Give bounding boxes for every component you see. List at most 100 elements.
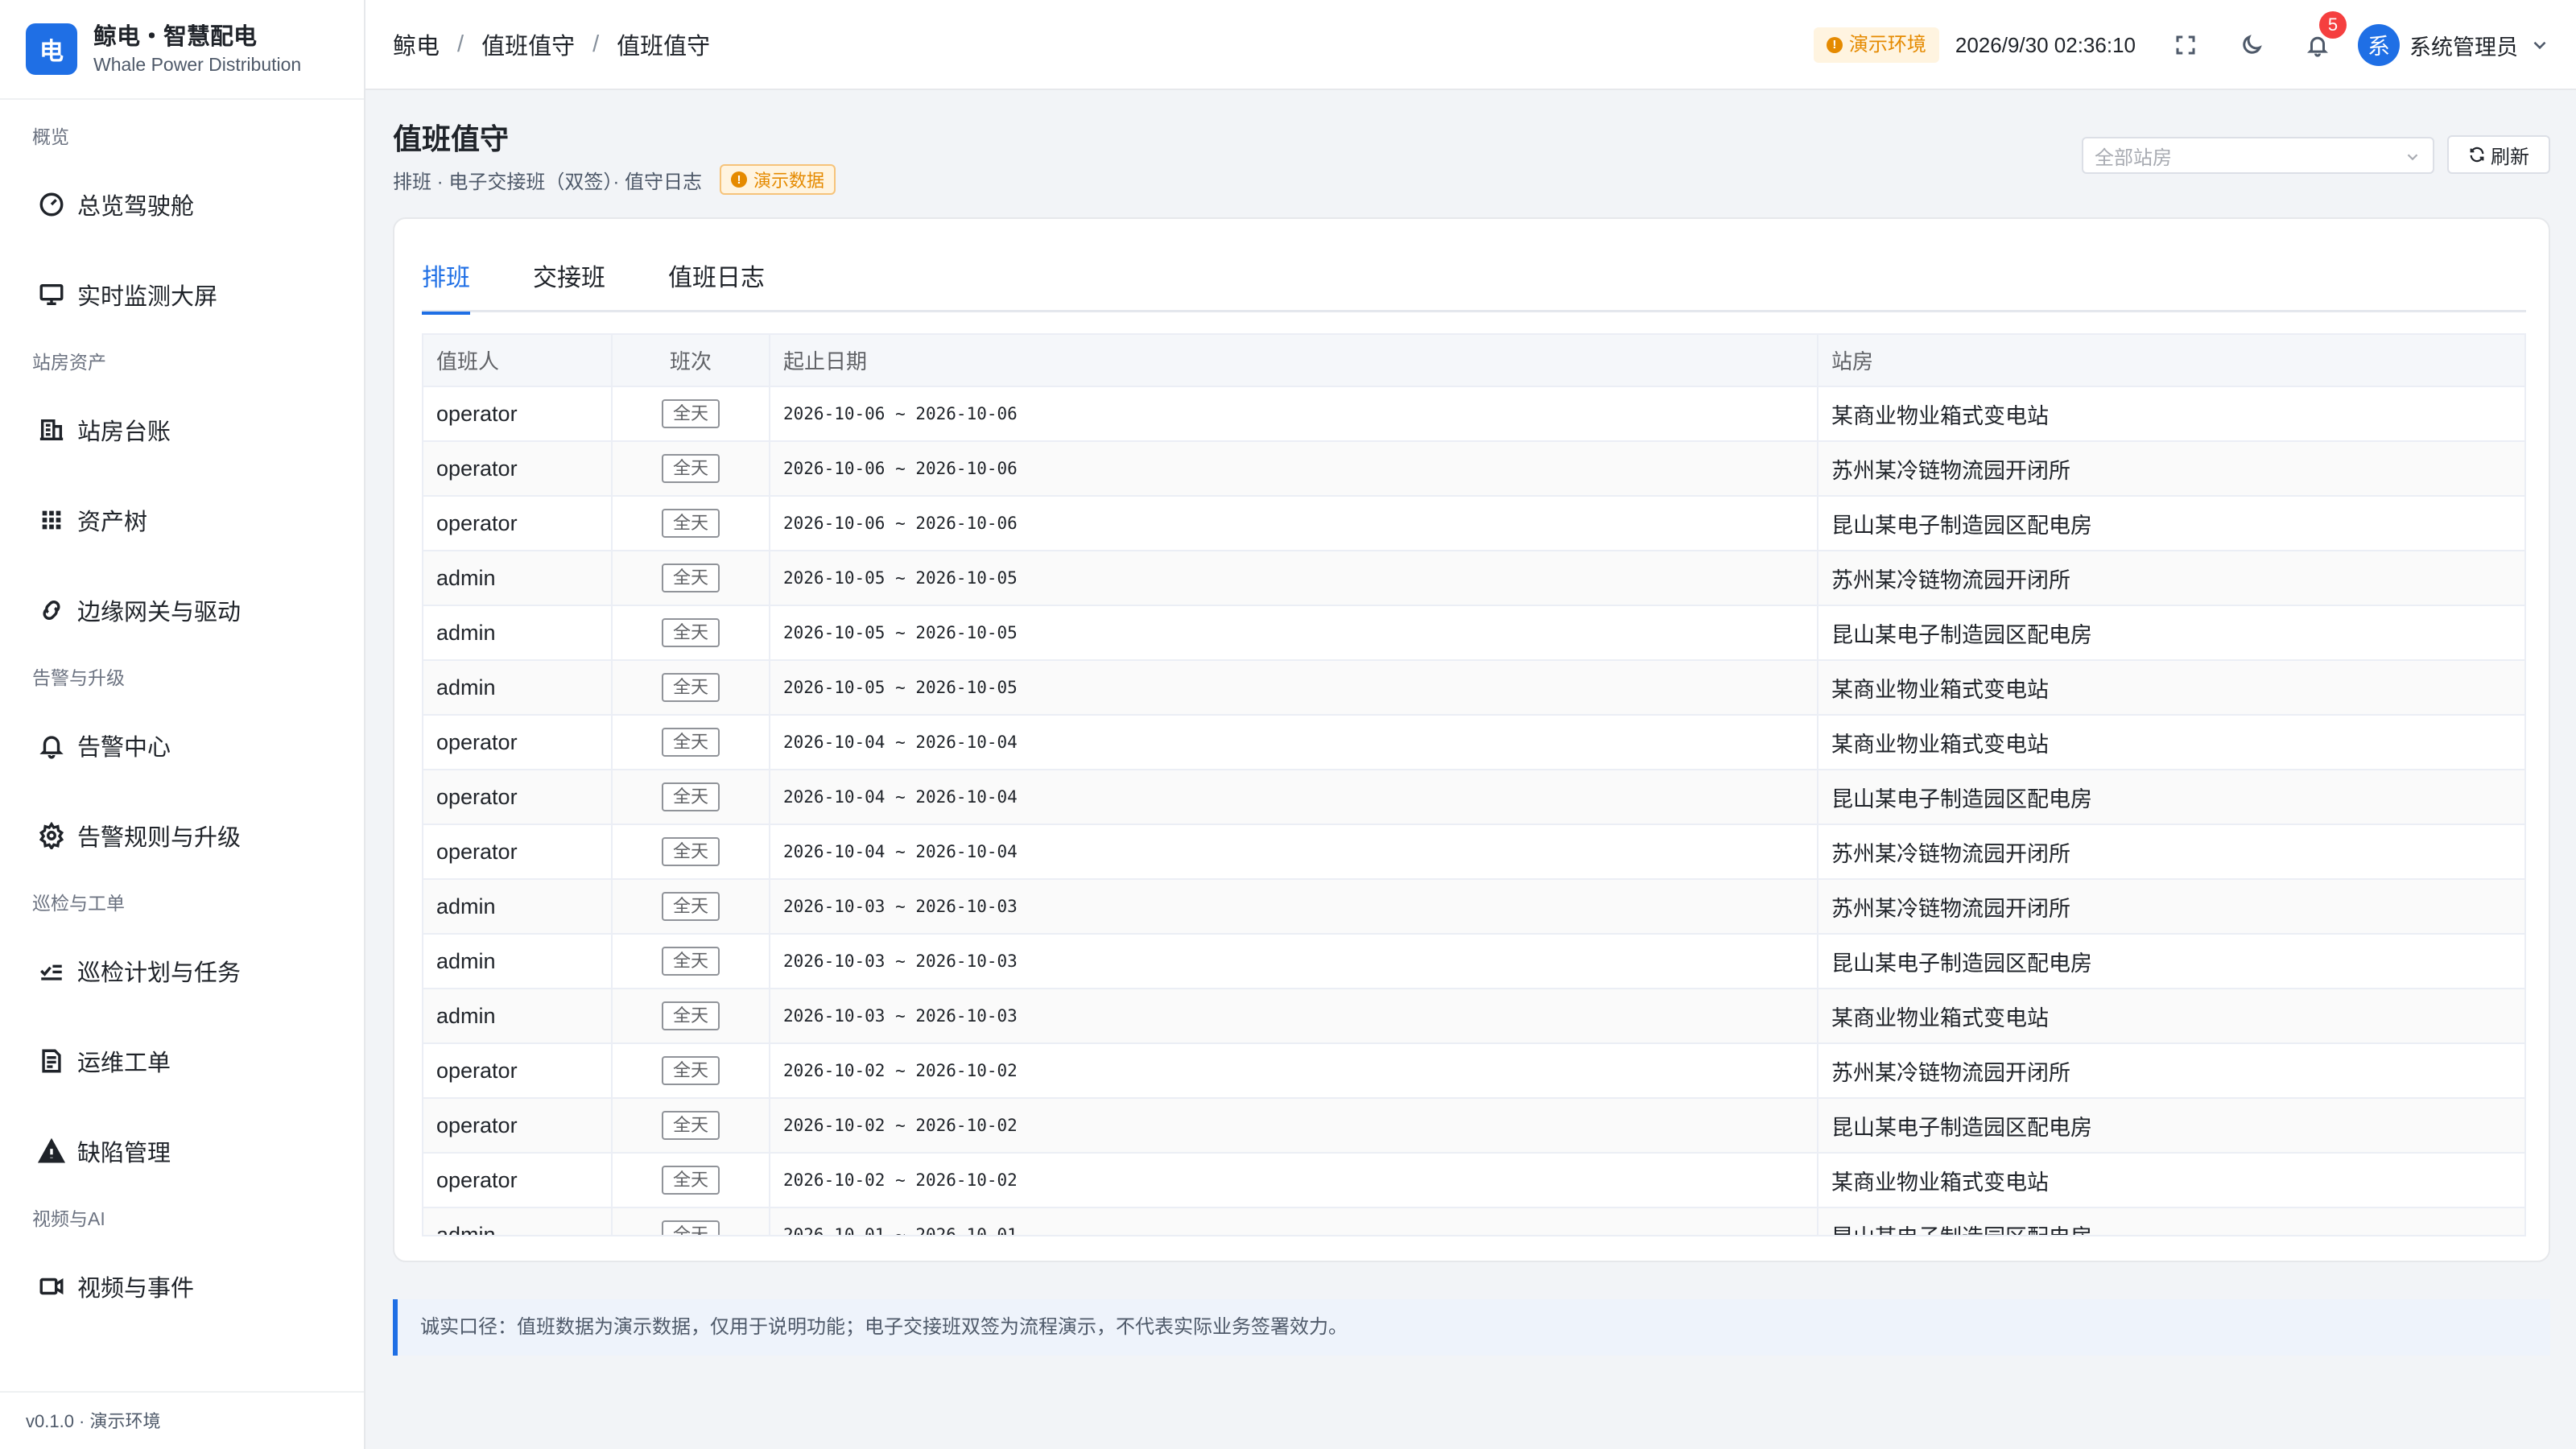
- sidebar-item-bell[interactable]: 告警中心: [0, 700, 364, 791]
- dark-mode-icon[interactable]: [2235, 29, 2268, 61]
- table-row[interactable]: operator 全天 2026-10-06 ~ 2026-10-06 某商业物业箱式…: [423, 386, 2524, 442]
- schedule-table-container[interactable]: 值班人 班次 起止日期 站房 operator 全天 2026-10-06 ~ 20…: [422, 333, 2526, 1236]
- info-icon: !: [1826, 37, 1843, 53]
- cell-person: admin: [423, 989, 613, 1044]
- sidebar-item-building[interactable]: 站房台账: [0, 385, 364, 475]
- refresh-label: 刷新: [2491, 146, 2529, 168]
- header-datetime: 2026/9/30 02:36:10: [1955, 32, 2136, 57]
- sidebar-item-label: 告警规则与升级: [77, 825, 242, 851]
- sidebar-item-label: 总览驾驶舱: [77, 194, 195, 220]
- table-row[interactable]: admin 全天 2026-10-03 ~ 2026-10-03 昆山某电子制造园区配…: [423, 934, 2524, 989]
- sidebar-item-document[interactable]: 运维工单: [0, 1016, 364, 1106]
- sidebar-item-label: 运维工单: [77, 1051, 171, 1076]
- shift-tag: 全天: [661, 1056, 720, 1085]
- chevron-down-icon: [2533, 41, 2546, 50]
- notification-count-badge: 5: [2319, 11, 2347, 39]
- cell-shift: 全天: [612, 1153, 770, 1208]
- cell-shift: 全天: [612, 386, 770, 442]
- table-header-row: 值班人 班次 起止日期 站房: [423, 335, 2524, 387]
- table-row[interactable]: operator 全天 2026-10-04 ~ 2026-10-04 昆山某电子制造…: [423, 770, 2524, 825]
- cell-shift: 全天: [612, 441, 770, 497]
- cell-date-range: 2026-10-02 ~ 2026-10-02: [770, 1098, 1818, 1154]
- brand-text: 鲸电・智慧配电 Whale Power Distribution: [93, 22, 301, 76]
- demo-data-label: 演示数据: [753, 171, 825, 191]
- sidebar-item-link[interactable]: 边缘网关与驱动: [0, 565, 364, 655]
- refresh-button[interactable]: 刷新: [2447, 135, 2550, 174]
- duty-card: 排班 交接班 值班日志 值班人 班次 起止日期 站房 operator 全天 2026-…: [393, 217, 2550, 1262]
- sidebar-footer: v0.1.0 · 演示环境: [0, 1391, 364, 1449]
- cell-shift: 全天: [612, 715, 770, 770]
- page-subtitle: 排班 · 电子交接班（双签）· 值守日志 ! 演示数据: [393, 164, 836, 195]
- building-icon: [37, 415, 66, 444]
- cell-person: operator: [423, 824, 613, 880]
- fullscreen-icon[interactable]: [2169, 29, 2202, 61]
- link-icon: [37, 596, 66, 625]
- brand-logo: 电: [26, 23, 77, 75]
- shift-tag: 全天: [661, 1220, 720, 1235]
- sidebar-item-warning[interactable]: 缺陷管理: [0, 1106, 364, 1196]
- table-row[interactable]: admin 全天 2026-10-05 ~ 2026-10-05 苏州某冷链物流园开闭…: [423, 551, 2524, 606]
- station-select[interactable]: 全部站房: [2082, 137, 2434, 174]
- cell-date-range: 2026-10-06 ~ 2026-10-06: [770, 441, 1818, 497]
- user-name: 系统管理员: [2409, 35, 2518, 60]
- tab-handover[interactable]: 交接班: [533, 261, 605, 312]
- shift-tag: 全天: [661, 618, 720, 647]
- cell-person: operator: [423, 496, 613, 551]
- cell-shift: 全天: [612, 989, 770, 1044]
- cell-shift: 全天: [612, 1043, 770, 1099]
- nav-group-label: 概览: [32, 126, 69, 147]
- cell-date-range: 2026-10-06 ~ 2026-10-06: [770, 496, 1818, 551]
- sidebar-item-grid[interactable]: 资产树: [0, 475, 364, 565]
- cell-date-range: 2026-10-03 ~ 2026-10-03: [770, 989, 1818, 1044]
- cell-station: 某商业物业箱式变电站: [1818, 989, 2524, 1044]
- breadcrumb-item-section[interactable]: 值班值守: [481, 27, 575, 61]
- cell-date-range: 2026-10-05 ~ 2026-10-05: [770, 551, 1818, 606]
- breadcrumb-item-home[interactable]: 鲸电: [393, 27, 440, 61]
- cell-person: admin: [423, 551, 613, 606]
- sidebar-item-dashboard[interactable]: 总览驾驶舱: [0, 159, 364, 250]
- table-row[interactable]: operator 全天 2026-10-04 ~ 2026-10-04 某商业物业箱式…: [423, 715, 2524, 770]
- table-row[interactable]: operator 全天 2026-10-04 ~ 2026-10-04 苏州某冷链物流…: [423, 824, 2524, 880]
- cell-date-range: 2026-10-05 ~ 2026-10-05: [770, 605, 1818, 661]
- shift-tag: 全天: [661, 1001, 720, 1030]
- table-row[interactable]: admin 全天 2026-10-05 ~ 2026-10-05 某商业物业箱式变电站: [423, 660, 2524, 716]
- sidebar-item-label: 边缘网关与驱动: [77, 600, 242, 625]
- table-row[interactable]: operator 全天 2026-10-02 ~ 2026-10-02 昆山某电子制造…: [423, 1098, 2524, 1154]
- table-row[interactable]: admin 全天 2026-10-03 ~ 2026-10-03 苏州某冷链物流园开闭…: [423, 879, 2524, 935]
- user-menu[interactable]: 系 系统管理员: [2358, 24, 2550, 66]
- nav-group-label: 告警与升级: [32, 667, 125, 688]
- cell-shift: 全天: [612, 1098, 770, 1154]
- table-row[interactable]: admin 全天 2026-10-03 ~ 2026-10-03 某商业物业箱式变电站: [423, 989, 2524, 1044]
- sidebar: 电 鲸电・智慧配电 Whale Power Distribution 概览总览驾…: [0, 0, 365, 1449]
- table-row[interactable]: operator 全天 2026-10-02 ~ 2026-10-02 某商业物业箱式…: [423, 1153, 2524, 1208]
- cell-person: operator: [423, 1043, 613, 1099]
- sidebar-item-checklist[interactable]: 巡检计划与任务: [0, 926, 364, 1016]
- tab-schedule[interactable]: 排班: [422, 261, 470, 315]
- cell-station: 苏州某冷链物流园开闭所: [1818, 824, 2524, 880]
- cell-person: operator: [423, 386, 613, 442]
- shift-tag: 全天: [661, 454, 720, 483]
- sidebar-item-label: 实时监测大屏: [77, 284, 218, 310]
- breadcrumb-separator: /: [457, 31, 464, 57]
- sidebar-item-video[interactable]: 视频与事件: [0, 1241, 364, 1331]
- column-header-date-range: 起止日期: [770, 335, 1818, 387]
- table-row[interactable]: operator 全天 2026-10-02 ~ 2026-10-02 苏州某冷链物流…: [423, 1043, 2524, 1099]
- cell-station: 昆山某电子制造园区配电房: [1818, 770, 2524, 825]
- cell-station: 昆山某电子制造园区配电房: [1818, 934, 2524, 989]
- sidebar-item-gear[interactable]: 告警规则与升级: [0, 791, 364, 881]
- notification-bell-icon[interactable]: 5: [2301, 11, 2347, 61]
- cell-date-range: 2026-10-06 ~ 2026-10-06: [770, 386, 1818, 442]
- table-row[interactable]: admin 全天 2026-10-05 ~ 2026-10-05 昆山某电子制造园区配…: [423, 605, 2524, 661]
- table-row[interactable]: operator 全天 2026-10-06 ~ 2026-10-06 昆山某电子制造…: [423, 496, 2524, 551]
- tab-duty-log[interactable]: 值班日志: [668, 261, 765, 312]
- cell-station: 苏州某冷链物流园开闭所: [1818, 879, 2524, 935]
- cell-person: admin: [423, 660, 613, 716]
- sidebar-nav: 概览 总览驾驶舱 实时监测大屏 站房资产 站房台账 资产树 边缘网关与驱动 告警与升级 告警中心…: [0, 100, 364, 1331]
- grid-icon: [37, 506, 66, 535]
- cell-shift: 全天: [612, 660, 770, 716]
- sidebar-item-monitor[interactable]: 实时监测大屏: [0, 250, 364, 340]
- brand[interactable]: 电 鲸电・智慧配电 Whale Power Distribution: [0, 0, 364, 100]
- table-row[interactable]: admin 全天 2026-10-01 ~ 2026-10-01昆山某电子制造园区配…: [423, 1208, 2524, 1235]
- table-row[interactable]: operator 全天 2026-10-06 ~ 2026-10-06 苏州某冷链物流…: [423, 441, 2524, 497]
- warning-icon: [37, 1137, 66, 1166]
